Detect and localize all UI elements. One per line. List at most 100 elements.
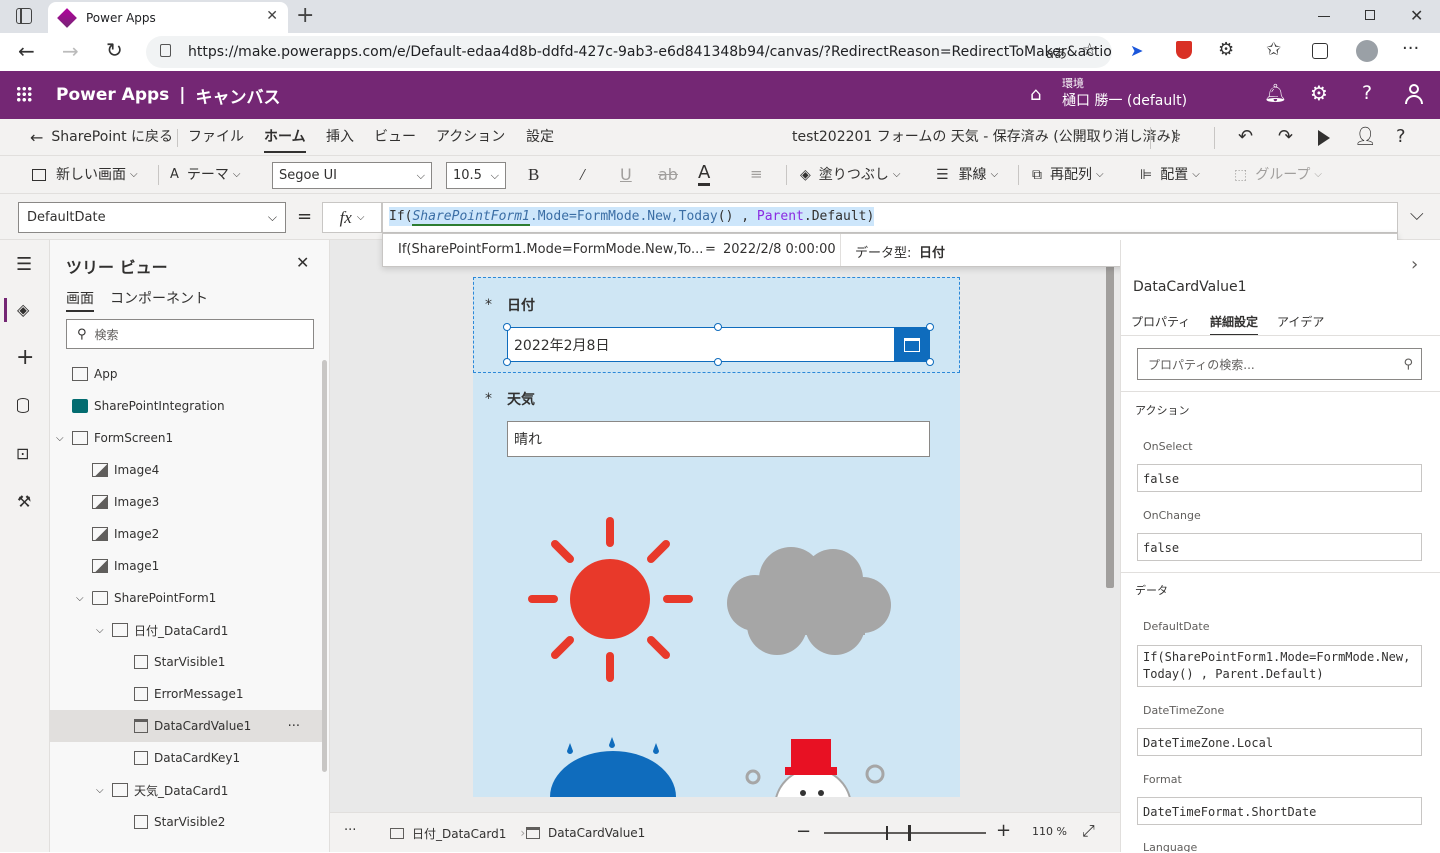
- read-aloud-icon[interactable]: aあ: [1046, 43, 1067, 62]
- tree-item-image1[interactable]: Image1: [50, 550, 322, 582]
- shield-extension-icon[interactable]: [1176, 41, 1192, 59]
- restore-icon[interactable]: [1365, 10, 1375, 20]
- extensions-icon[interactable]: ⚙: [1218, 39, 1234, 60]
- expand-formula-icon[interactable]: ⌵: [1410, 204, 1424, 225]
- menu-file[interactable]: ファイル: [188, 119, 244, 156]
- tree-item-image4[interactable]: Image4: [50, 454, 322, 486]
- chevron-down-icon[interactable]: ⌵: [76, 593, 92, 604]
- menu-view[interactable]: ビュー: [374, 119, 416, 156]
- minimize-icon[interactable]: [1318, 16, 1330, 17]
- tree-scrollbar[interactable]: [322, 360, 327, 772]
- breadcrumb-item-datacard[interactable]: 日付_DataCard1 ›: [390, 813, 525, 853]
- new-screen-button[interactable]: 新しい画面 ⌵: [32, 156, 138, 194]
- menu-settings[interactable]: 設定: [526, 119, 554, 156]
- settings-icon[interactable]: ⚙: [1310, 81, 1328, 105]
- app-checker-icon[interactable]: ⚕: [1172, 127, 1181, 147]
- font-size-select[interactable]: 10.5 ⌵: [446, 162, 506, 189]
- tree-view-icon[interactable]: ◈: [17, 300, 29, 319]
- datetimezone-field[interactable]: DateTimeZone.Local: [1137, 728, 1422, 756]
- tree-item-starvisible2[interactable]: StarVisible2: [50, 806, 322, 838]
- tree-item-image2[interactable]: Image2: [50, 518, 322, 550]
- tab-ideas[interactable]: アイデア: [1277, 313, 1324, 330]
- fit-to-window-icon[interactable]: ⤢: [1082, 821, 1095, 841]
- chevron-down-icon[interactable]: ⌵: [96, 625, 112, 636]
- theme-button[interactable]: A テーマ ⌵: [170, 156, 241, 194]
- breadcrumb-item-datacardvalue[interactable]: DataCardValue1: [526, 813, 645, 853]
- formula-input[interactable]: If(SharePointForm1.Mode=FormMode.New,Tod…: [382, 202, 1398, 233]
- redo-icon[interactable]: ↷: [1278, 126, 1293, 147]
- command-help-icon[interactable]: ?: [1396, 126, 1406, 147]
- format-field[interactable]: DateTimeFormat.ShortDate: [1137, 797, 1422, 825]
- advanced-tools-icon[interactable]: ⚒: [17, 492, 31, 511]
- new-tab-icon[interactable]: +: [296, 3, 314, 28]
- share-user-icon[interactable]: 👤︎: [1354, 126, 1377, 147]
- font-select[interactable]: Segoe UI ⌵: [272, 162, 432, 189]
- umbrella-image[interactable]: [548, 737, 678, 797]
- fx-button[interactable]: fx ⌵: [322, 202, 382, 233]
- tree-close-icon[interactable]: ✕: [296, 253, 309, 272]
- tree-item-formscreen1[interactable]: ⌵ FormScreen1: [50, 422, 322, 454]
- date-picker[interactable]: 2022年2月8日: [507, 327, 930, 362]
- profile-avatar[interactable]: [1356, 40, 1378, 62]
- onselect-field[interactable]: false: [1137, 464, 1422, 492]
- font-color-icon[interactable]: A: [698, 163, 711, 186]
- tree-item-sharepointform1[interactable]: ⌵ SharePointForm1: [50, 582, 322, 614]
- tab-advanced[interactable]: 詳細設定: [1210, 313, 1259, 336]
- tree-item-date-datacard1[interactable]: ⌵ 日付_DataCard1: [50, 614, 322, 646]
- app-name[interactable]: Power Apps: [56, 85, 169, 105]
- fill-button[interactable]: ◈ 塗りつぶし ⌵: [800, 156, 901, 194]
- back-icon[interactable]: ←: [18, 39, 35, 63]
- menu-action[interactable]: アクション: [436, 119, 505, 156]
- breadcrumb-more-icon[interactable]: ···: [344, 823, 356, 838]
- chevron-down-icon[interactable]: ⌵: [96, 785, 112, 796]
- property-select[interactable]: DefaultDate ⌵: [18, 202, 286, 233]
- tab-properties[interactable]: プロパティ: [1131, 313, 1190, 330]
- browser-menu-icon[interactable]: ···: [1402, 38, 1419, 59]
- tree-item-weather-datacard1[interactable]: ⌵ 天気_DataCard1: [50, 774, 322, 806]
- reorder-button[interactable]: ⧉ 再配列 ⌵: [1032, 156, 1104, 194]
- calendar-button[interactable]: [894, 328, 929, 361]
- sun-image[interactable]: [528, 517, 693, 682]
- preview-play-icon[interactable]: [1318, 130, 1330, 146]
- insert-icon[interactable]: +: [16, 345, 34, 370]
- collections-icon[interactable]: [1312, 43, 1328, 59]
- tree-item-starvisible1[interactable]: StarVisible1: [50, 646, 322, 678]
- snowman-image[interactable]: [741, 737, 891, 797]
- menu-insert[interactable]: 挿入: [326, 119, 354, 156]
- favorite-add-icon[interactable]: ☆: [1082, 40, 1097, 60]
- more-options-icon[interactable]: ···: [288, 719, 300, 734]
- zoom-slider[interactable]: [824, 825, 986, 841]
- tab-screens[interactable]: 画面: [66, 288, 94, 312]
- tree-item-image3[interactable]: Image3: [50, 486, 322, 518]
- tab-components[interactable]: コンポーネント: [110, 288, 208, 308]
- favorites-icon[interactable]: ✩: [1266, 39, 1281, 60]
- border-button[interactable]: ☰ 罫線 ⌵: [936, 156, 998, 194]
- back-to-sharepoint-button[interactable]: ← SharePoint に戻る: [30, 119, 173, 156]
- align-button[interactable]: ⊫ 配置 ⌵: [1140, 156, 1200, 194]
- zoom-out-icon[interactable]: −: [796, 821, 811, 842]
- tab-close-icon[interactable]: ✕: [266, 8, 278, 24]
- forward-icon[interactable]: →: [62, 39, 79, 63]
- tree-item-datacardvalue1[interactable]: DataCardValue1 ···: [50, 710, 322, 742]
- help-icon[interactable]: ?: [1362, 82, 1372, 104]
- extension-arrow-icon[interactable]: ➤: [1130, 41, 1143, 60]
- data-icon[interactable]: [17, 398, 29, 413]
- bold-icon[interactable]: B: [528, 165, 539, 185]
- panel-collapse-icon[interactable]: ›: [1411, 254, 1418, 275]
- tree-item-errormessage1[interactable]: ErrorMessage1: [50, 678, 322, 710]
- tab-actions-icon[interactable]: [16, 8, 32, 24]
- app-launcher-icon[interactable]: [16, 86, 32, 102]
- media-icon[interactable]: ⊡: [16, 444, 29, 463]
- url-field[interactable]: https://make.powerapps.com/e/Default-eda…: [146, 36, 1112, 68]
- window-close-icon[interactable]: ✕: [1410, 6, 1423, 25]
- italic-icon[interactable]: /: [580, 165, 585, 185]
- chevron-down-icon[interactable]: ⌵: [56, 433, 72, 444]
- browser-tab[interactable]: Power Apps ✕: [48, 2, 288, 33]
- tree-item-sharepointintegration[interactable]: SharePointIntegration: [50, 390, 322, 422]
- environment-picker[interactable]: 環境 樋口 勝一 (default): [1062, 77, 1187, 111]
- canvas-scrollbar[interactable]: [1106, 250, 1114, 588]
- account-icon[interactable]: [1404, 84, 1424, 106]
- menu-home[interactable]: ホーム: [264, 119, 306, 153]
- tree-item-datacardkey1[interactable]: DataCardKey1: [50, 742, 322, 774]
- refresh-icon[interactable]: ↻: [106, 38, 123, 62]
